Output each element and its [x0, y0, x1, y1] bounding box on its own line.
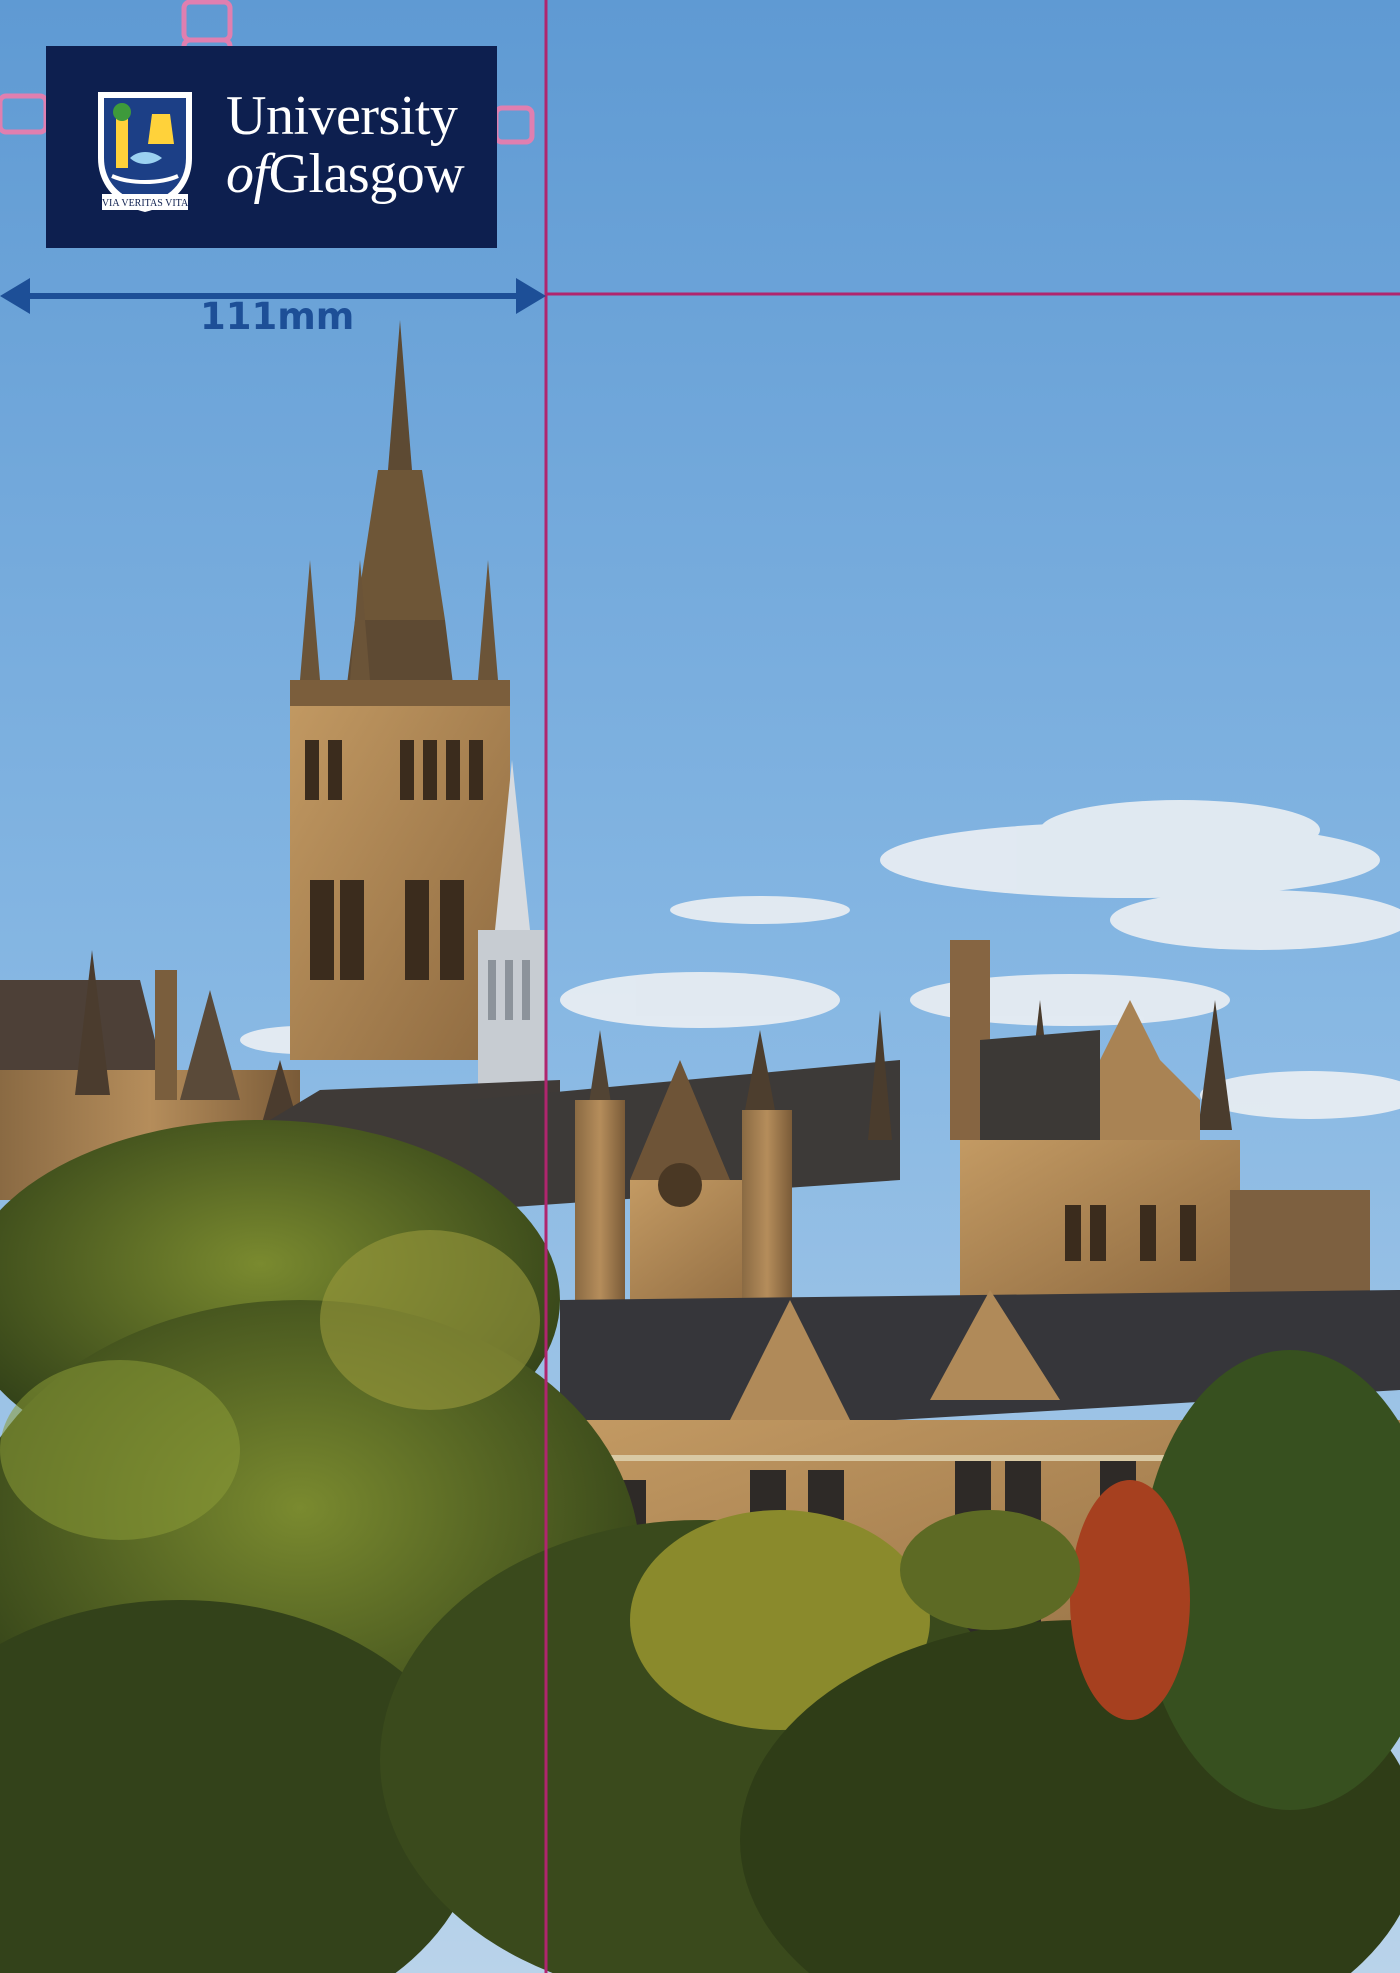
crest-icon: VIA VERITAS VITA — [98, 92, 192, 212]
logo-line-glasgow: ofGlasgow — [226, 143, 465, 205]
logo-glasgow: Glasgow — [268, 143, 465, 205]
logo-of: of — [226, 143, 269, 205]
logo-line-university: University — [226, 85, 458, 147]
crest-motto: VIA VERITAS VITA — [102, 198, 189, 209]
university-logo: VIA VERITAS VITA University ofGlasgow — [46, 46, 497, 248]
width-measurement-label: 111mm — [200, 295, 355, 338]
